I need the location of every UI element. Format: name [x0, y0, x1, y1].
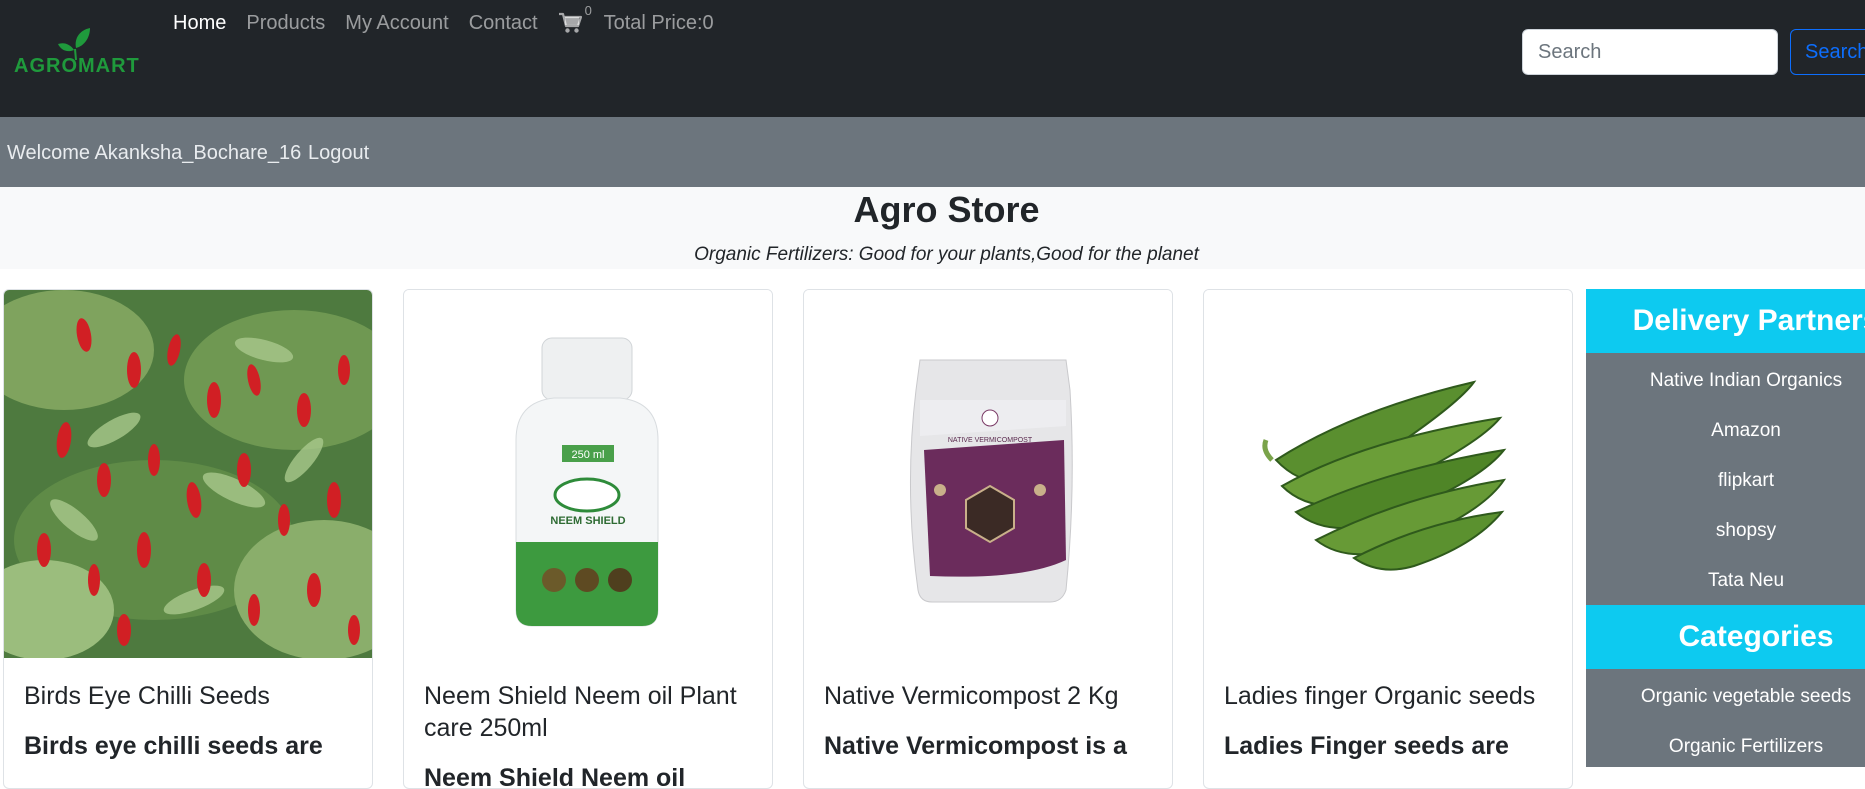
product-card[interactable]: 250 ml NEEM SHIELD Neem Shield Neem oil … [403, 289, 773, 789]
nav-products-link[interactable]: Products [246, 12, 325, 35]
product-image-neem-shield: 250 ml NEEM SHIELD [404, 290, 772, 658]
total-price: Total Price:0 [603, 11, 714, 34]
delivery-partner-item[interactable]: flipkart [1586, 470, 1865, 492]
product-description: Native Vermicompost is a [824, 732, 1127, 760]
product-image-ladies-finger [1204, 290, 1572, 658]
categories-heading: Categories [1586, 605, 1865, 669]
logout-link[interactable]: Logout [308, 142, 369, 165]
nav-home-link[interactable]: Home [173, 12, 226, 35]
product-description: Birds eye chilli seeds are [24, 732, 323, 760]
search-button[interactable]: Search [1790, 29, 1865, 75]
svg-text:250 ml: 250 ml [571, 449, 604, 461]
cart-icon [558, 12, 582, 33]
cart-count-badge: 0 [584, 3, 592, 18]
welcome-text: Welcome Akanksha_Bochare_16 [7, 142, 302, 164]
product-card[interactable]: NATIVE VERMICOMPOST Native Vermicompost … [803, 289, 1173, 789]
product-title[interactable]: Neem Shield Neem oil Plant care 250ml [424, 680, 754, 744]
nav-my-account-link[interactable]: My Account [345, 12, 448, 35]
delivery-partner-item[interactable]: shopsy [1586, 520, 1865, 542]
product-title[interactable]: Birds Eye Chilli Seeds [24, 680, 354, 712]
product-card[interactable]: Ladies finger Organic seeds Ladies Finge… [1203, 289, 1573, 789]
page-title: Agro Store [853, 189, 1040, 230]
category-item[interactable]: Organic vegetable seeds [1586, 686, 1865, 708]
delivery-partner-item[interactable]: Native Indian Organics [1586, 370, 1865, 392]
search-input[interactable] [1522, 29, 1778, 75]
svg-text:NATIVE VERMICOMPOST: NATIVE VERMICOMPOST [948, 437, 1033, 444]
agromart-logo[interactable]: AGROMART [14, 26, 142, 80]
delivery-partners-heading: Delivery Partners [1586, 289, 1865, 353]
svg-text:NEEM SHIELD: NEEM SHIELD [550, 515, 625, 527]
delivery-partner-item[interactable]: Tata Neu [1586, 570, 1865, 592]
product-card[interactable]: Birds Eye Chilli Seeds Birds eye chilli … [3, 289, 373, 789]
product-description: Neem Shield Neem oil [424, 764, 686, 789]
category-item[interactable]: Organic Fertilizers [1586, 736, 1865, 758]
product-description: Ladies Finger seeds are [1224, 732, 1509, 760]
page-subtitle: Organic Fertilizers: Good for your plant… [694, 244, 1199, 265]
nav-contact-link[interactable]: Contact [469, 12, 538, 35]
product-title[interactable]: Native Vermicompost 2 Kg [824, 680, 1154, 712]
delivery-partner-item[interactable]: Amazon [1586, 420, 1865, 442]
cart-link[interactable]: 0 [558, 3, 592, 34]
svg-text:AGROMART: AGROMART [14, 55, 140, 77]
product-title[interactable]: Ladies finger Organic seeds [1224, 680, 1554, 712]
main-nav: Home Products My Account Contact 0 Total… [173, 3, 714, 38]
product-image-vermicompost: NATIVE VERMICOMPOST [804, 290, 1172, 658]
product-image-chilli [4, 290, 372, 658]
